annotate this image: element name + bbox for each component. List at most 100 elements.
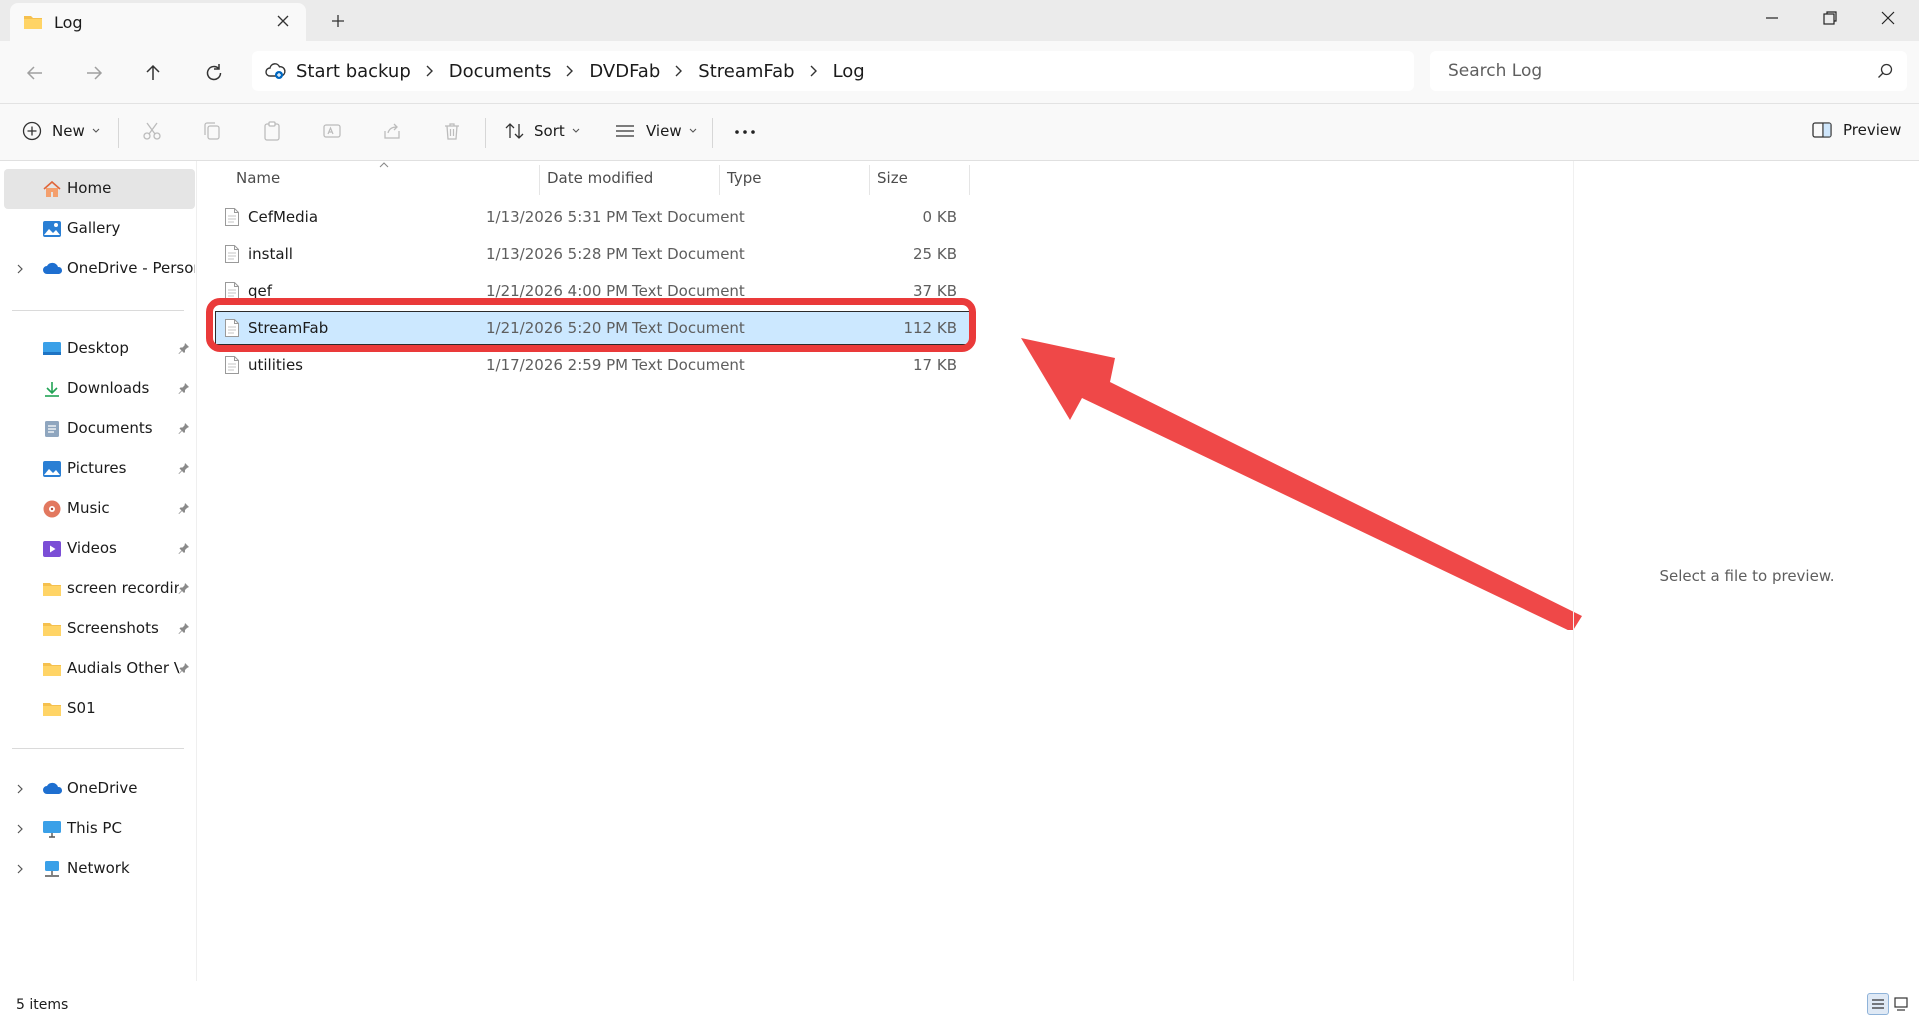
preview-pane-icon <box>1811 121 1833 139</box>
file-row-utilities[interactable]: utilities 1/17/2026 2:59 PM Text Documen… <box>216 349 971 381</box>
view-button[interactable]: View <box>614 121 698 141</box>
folder-icon <box>42 620 62 638</box>
column-header-date-modified[interactable]: Date modified <box>547 161 717 195</box>
pin-icon[interactable] <box>178 542 190 554</box>
sidebar-item-s01[interactable]: S01 <box>4 689 195 729</box>
column-resize-handle[interactable] <box>719 165 720 195</box>
file-row-install[interactable]: install 1/13/2026 5:28 PM Text Document … <box>216 238 971 270</box>
chevron-right-icon[interactable] <box>16 823 24 835</box>
preview-button[interactable]: Preview <box>1811 121 1901 139</box>
details-view-icon[interactable] <box>1867 993 1889 1015</box>
sidebar-item-gallery[interactable]: Gallery <box>4 209 195 249</box>
pin-icon[interactable] <box>178 502 190 514</box>
chevron-right-icon[interactable] <box>565 64 575 78</box>
chevron-right-icon[interactable] <box>674 64 684 78</box>
breadcrumb-documents[interactable]: Documents <box>449 61 552 82</box>
sidebar-item-music[interactable]: Music <box>4 489 195 529</box>
column-header-name[interactable]: Name <box>236 161 536 195</box>
pin-icon[interactable] <box>178 622 190 634</box>
chevron-right-icon[interactable] <box>425 64 435 78</box>
text-document-icon <box>224 244 240 264</box>
view-icon <box>614 121 636 141</box>
column-header-type[interactable]: Type <box>727 161 867 195</box>
breadcrumb-start-backup[interactable]: Start backup <box>296 61 411 82</box>
breadcrumb[interactable]: Start backup Documents DVDFab StreamFab … <box>252 51 1414 91</box>
delete-icon[interactable] <box>441 120 463 142</box>
sidebar-item-label: OneDrive - Persona <box>67 259 195 277</box>
tab-log[interactable]: Log <box>10 3 306 41</box>
minimize-icon[interactable] <box>1762 8 1782 28</box>
file-type: Text Document <box>632 208 745 226</box>
refresh-icon[interactable] <box>202 61 226 85</box>
tiles-view-icon[interactable] <box>1891 993 1913 1015</box>
close-window-icon[interactable] <box>1878 8 1898 28</box>
file-row-cefmedia[interactable]: CefMedia 1/13/2026 5:31 PM Text Document… <box>216 201 971 233</box>
sidebar-item-label: Documents <box>67 419 153 437</box>
new-label: New <box>52 122 85 140</box>
rename-icon[interactable] <box>321 120 343 142</box>
chevron-right-icon[interactable] <box>16 863 24 875</box>
file-name: qef <box>248 282 273 300</box>
music-icon <box>42 500 62 518</box>
file-row-qef[interactable]: qef 1/21/2026 4:00 PM Text Document 37 K… <box>216 275 971 307</box>
pin-icon[interactable] <box>178 422 190 434</box>
file-type: Text Document <box>632 282 745 300</box>
sidebar-item-label: Screenshots <box>67 619 159 637</box>
sidebar-item-home[interactable]: Home <box>4 169 195 209</box>
sidebar-item-videos[interactable]: Videos <box>4 529 195 569</box>
file-type: Text Document <box>632 245 745 263</box>
column-resize-handle[interactable] <box>869 165 870 195</box>
pin-icon[interactable] <box>178 342 190 354</box>
chevron-right-icon[interactable] <box>809 64 819 78</box>
search-box[interactable] <box>1430 51 1907 91</box>
folder-icon <box>42 580 62 598</box>
file-row-streamfab[interactable]: StreamFab 1/21/2026 5:20 PM Text Documen… <box>215 311 972 345</box>
column-header-size[interactable]: Size <box>877 161 967 195</box>
file-size: 17 KB <box>913 356 957 374</box>
pin-icon[interactable] <box>178 382 190 394</box>
new-button[interactable]: New <box>22 121 101 141</box>
sidebar-item-pictures[interactable]: Pictures <box>4 449 195 489</box>
breadcrumb-log[interactable]: Log <box>833 61 865 82</box>
share-icon[interactable] <box>381 120 403 142</box>
sidebar-item-label: Videos <box>67 539 117 557</box>
sidebar-item-screenshots[interactable]: Screenshots <box>4 609 195 649</box>
search-icon[interactable] <box>1877 63 1893 79</box>
sidebar-item-downloads[interactable]: Downloads <box>4 369 195 409</box>
add-icon <box>22 121 42 141</box>
sidebar-item-documents[interactable]: Documents <box>4 409 195 449</box>
sidebar-divider <box>12 748 184 749</box>
sidebar-item-onedrive[interactable]: OneDrive <box>4 769 195 809</box>
pin-icon[interactable] <box>178 662 190 674</box>
breadcrumb-dvdfab[interactable]: DVDFab <box>589 61 660 82</box>
close-tab-icon[interactable] <box>275 13 291 29</box>
text-document-icon <box>224 318 240 338</box>
search-input[interactable] <box>1446 60 1850 82</box>
sidebar-item-network[interactable]: Network <box>4 849 195 889</box>
cut-icon[interactable] <box>141 120 163 142</box>
column-resize-handle[interactable] <box>539 165 540 195</box>
column-resize-handle[interactable] <box>969 165 970 195</box>
restore-icon[interactable] <box>1820 8 1840 28</box>
forward-icon[interactable] <box>82 61 106 85</box>
sidebar-item-this-pc[interactable]: This PC <box>4 809 195 849</box>
pin-icon[interactable] <box>178 462 190 474</box>
breadcrumb-streamfab[interactable]: StreamFab <box>698 61 794 82</box>
chevron-right-icon[interactable] <box>16 783 24 795</box>
paste-icon[interactable] <box>261 120 283 142</box>
sort-button[interactable]: Sort <box>504 121 581 141</box>
sidebar-item-screen-recording[interactable]: screen recording <box>4 569 195 609</box>
back-icon[interactable] <box>23 61 47 85</box>
pin-icon[interactable] <box>178 582 190 594</box>
preview-empty-text: Select a file to preview. <box>1659 567 1835 585</box>
more-options-icon[interactable] <box>733 124 757 140</box>
up-icon[interactable] <box>141 61 165 85</box>
sidebar-item-audials-other-videos[interactable]: Audials Other Vi <box>4 649 195 689</box>
new-tab-icon[interactable] <box>330 13 346 29</box>
this-pc-icon <box>42 820 62 838</box>
sidebar-item-label: screen recording <box>67 579 179 597</box>
sidebar-item-desktop[interactable]: Desktop <box>4 329 195 369</box>
sidebar-item-onedrive-personal[interactable]: OneDrive - Persona <box>4 249 195 289</box>
chevron-right-icon[interactable] <box>16 263 24 275</box>
copy-icon[interactable] <box>201 120 223 142</box>
